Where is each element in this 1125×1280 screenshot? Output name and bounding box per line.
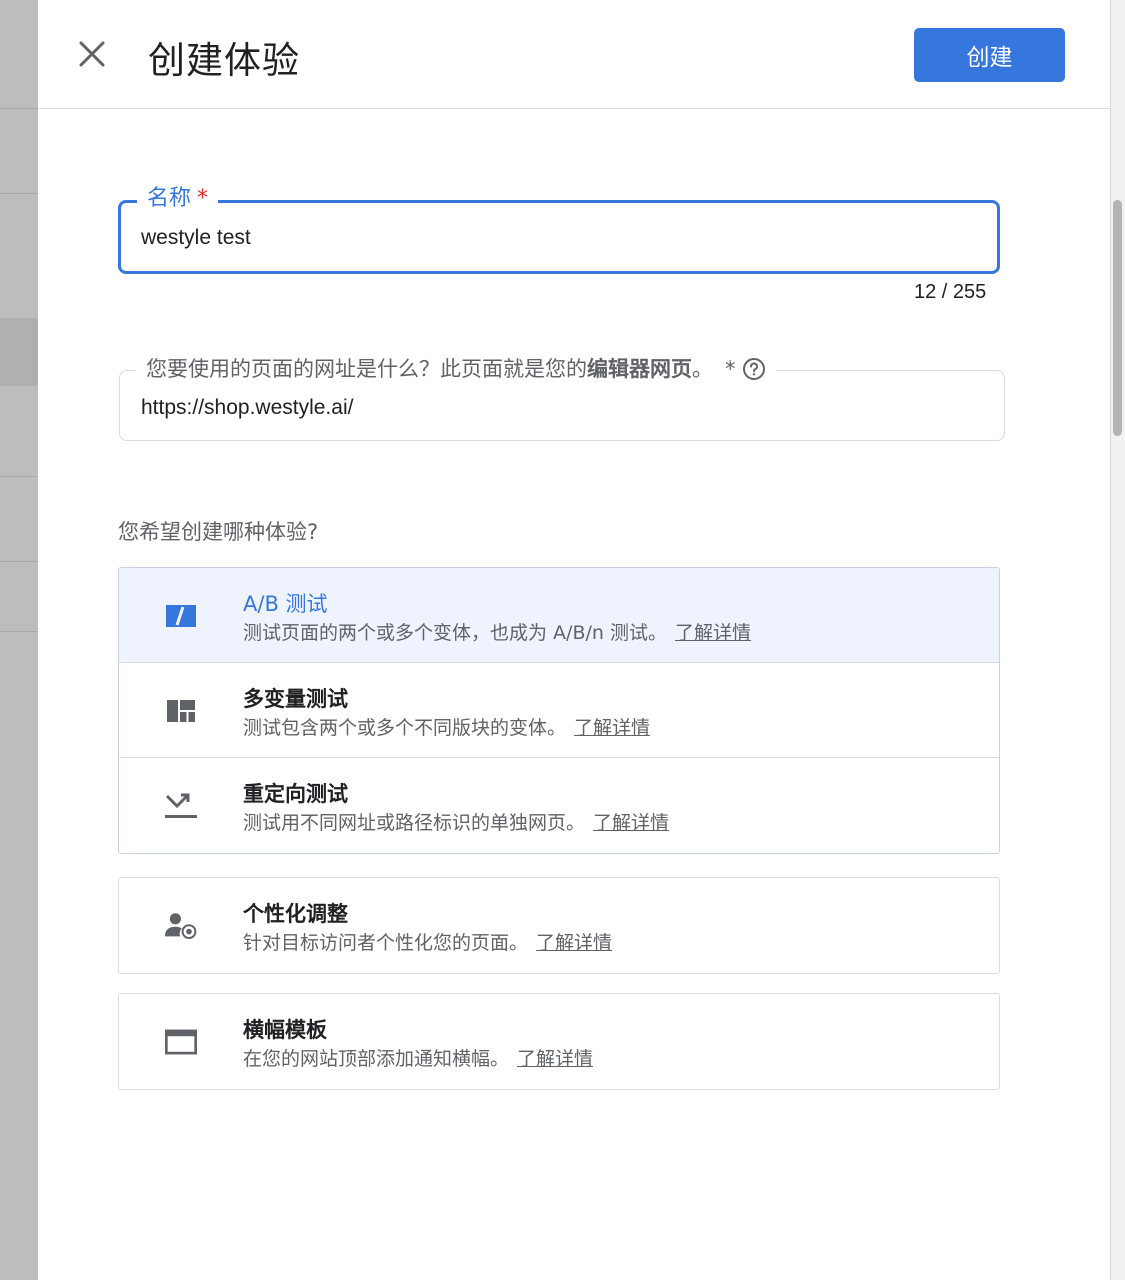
url-label-suffix: 。: [692, 357, 713, 381]
banner-icon: [165, 1026, 197, 1058]
option-title: A/B 测试: [243, 592, 328, 616]
close-button[interactable]: [74, 36, 110, 72]
character-counter: 12 / 255: [914, 281, 987, 303]
banner-group: 横幅模板 在您的网站顶部添加通知横幅。 了解详情: [118, 993, 1000, 1090]
close-icon: [79, 41, 105, 67]
page-title: 创建体验: [148, 39, 300, 82]
url-label-bold: 编辑器网页: [587, 357, 692, 381]
name-field[interactable]: 名称 *: [118, 184, 1000, 274]
option-desc-text: 在您的网站顶部添加通知横幅。: [243, 1048, 510, 1070]
option-multivariate-test[interactable]: 多变量测试 测试包含两个或多个不同版块的变体。 了解详情: [119, 663, 999, 758]
option-desc-text: 测试包含两个或多个不同版块的变体。: [243, 717, 567, 739]
option-desc-text: 测试页面的两个或多个变体，也成为 A/B/n 测试。: [243, 622, 667, 644]
divider: [0, 561, 38, 562]
option-desc-text: 针对目标访问者个性化您的页面。: [243, 932, 529, 954]
option-description: 针对目标访问者个性化您的页面。 了解详情: [243, 928, 612, 955]
scrollbar-track[interactable]: [1110, 0, 1125, 1280]
experience-type-group: A/B 测试 测试页面的两个或多个变体，也成为 A/B/n 测试。 了解详情 多变…: [118, 567, 1000, 854]
option-title: 个性化调整: [243, 902, 348, 926]
create-experience-panel: 创建体验 创建 名称* 12 / 255 您要使用的页面的网址是什么？此页面就是…: [38, 0, 1110, 1280]
create-button[interactable]: 创建: [914, 28, 1065, 82]
learn-more-link[interactable]: 了解详情: [593, 812, 669, 834]
option-description: 测试用不同网址或路径标识的单独网页。 了解详情: [243, 808, 669, 835]
option-personalization[interactable]: 个性化调整 针对目标访问者个性化您的页面。 了解详情: [119, 878, 999, 973]
name-field-label: 名称 *: [137, 184, 219, 214]
option-description: 在您的网站顶部添加通知横幅。 了解详情: [243, 1044, 593, 1071]
option-description: 测试页面的两个或多个变体，也成为 A/B/n 测试。 了解详情: [243, 618, 751, 645]
divider: [0, 108, 38, 109]
learn-more-link[interactable]: 了解详情: [517, 1048, 593, 1070]
option-title: 重定向测试: [243, 782, 348, 806]
url-label-prefix: 您要使用的页面的网址是什么？此页面就是您的: [146, 357, 587, 381]
url-input[interactable]: [141, 391, 981, 425]
panel-header: 创建体验 创建: [38, 0, 1110, 109]
option-title: 多变量测试: [243, 687, 348, 711]
option-banner-template[interactable]: 横幅模板 在您的网站顶部添加通知横幅。 了解详情: [119, 994, 999, 1089]
multivariate-icon: [165, 695, 197, 727]
name-label-text: 名称: [147, 186, 192, 211]
ab-test-icon: [165, 600, 197, 632]
redirect-icon: [165, 790, 197, 822]
option-desc-text: 测试用不同网址或路径标识的单独网页。: [243, 812, 586, 834]
background-highlight-row: [0, 318, 38, 386]
required-mark: *: [197, 186, 209, 211]
divider: [0, 193, 38, 194]
divider: [0, 631, 38, 632]
option-redirect-test[interactable]: 重定向测试 测试用不同网址或路径标识的单独网页。 了解详情: [119, 758, 999, 853]
option-description: 测试包含两个或多个不同版块的变体。 了解详情: [243, 713, 650, 740]
scrollbar-thumb[interactable]: [1113, 200, 1122, 436]
divider: [0, 476, 38, 477]
personalization-icon: [165, 910, 197, 942]
learn-more-link[interactable]: 了解详情: [536, 932, 612, 954]
help-icon[interactable]: [742, 357, 766, 381]
required-mark: *: [725, 357, 736, 381]
name-input[interactable]: [141, 221, 961, 255]
personalization-group: 个性化调整 针对目标访问者个性化您的页面。 了解详情: [118, 877, 1000, 974]
option-ab-test[interactable]: A/B 测试 测试页面的两个或多个变体，也成为 A/B/n 测试。 了解详情: [119, 568, 999, 663]
background-page: [0, 0, 38, 1280]
option-title: 横幅模板: [243, 1018, 327, 1042]
experience-type-question: 您希望创建哪种体验?: [118, 520, 319, 544]
url-field[interactable]: 您要使用的页面的网址是什么？此页面就是您的 编辑器网页。 *: [119, 354, 1005, 441]
learn-more-link[interactable]: 了解详情: [675, 622, 751, 644]
url-field-label: 您要使用的页面的网址是什么？此页面就是您的 编辑器网页。 *: [136, 354, 776, 384]
learn-more-link[interactable]: 了解详情: [574, 717, 650, 739]
